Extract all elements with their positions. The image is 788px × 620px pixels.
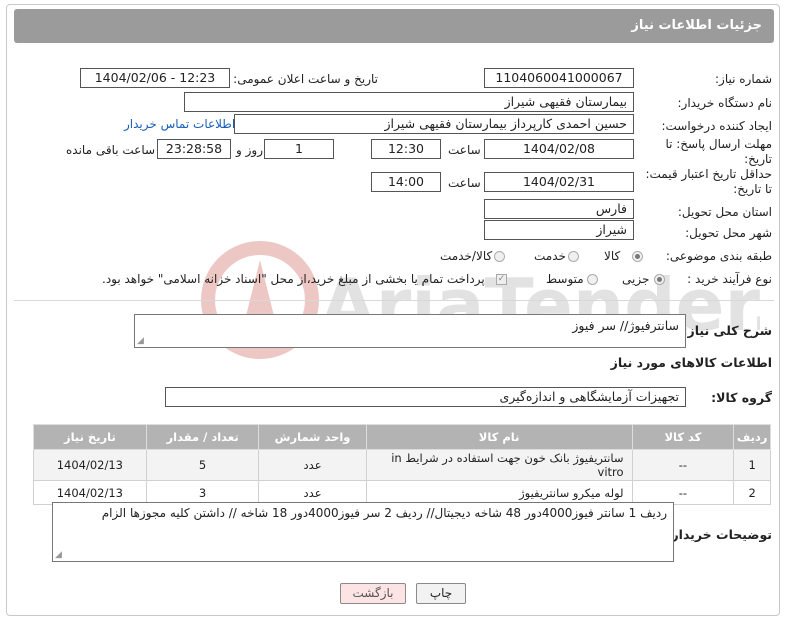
buyer-notes-text: ردیف 1 سانتر فیوز4000دور 48 شاخه دیجیتال… (101, 506, 667, 520)
creator-field: حسین احمدی کارپرداز بیمارستان فقیهی شیرا… (234, 114, 634, 134)
validity-label-date: تا تاریخ: (733, 182, 772, 196)
resize-grip-icon[interactable]: ◢ (55, 551, 62, 560)
cell-qty: 5 (145, 449, 260, 481)
deadline-label-date: تاریخ: (744, 152, 772, 166)
city-field: شیراز (484, 220, 634, 240)
cell-row: 2 (733, 480, 771, 505)
page-title: جزئیات اطلاعات نیاز (14, 9, 774, 43)
announce-label: تاریخ و ساعت اعلان عمومی: (233, 72, 378, 86)
description-field: سانترفیوژ// سر فیوز ◢ (134, 314, 686, 348)
description-text: سانترفیوژ// سر فیوز (572, 318, 679, 333)
col-unit: واحد شمارش (258, 424, 367, 450)
deadline-date-field: 1404/02/08 (484, 139, 634, 159)
process-radio-medium[interactable] (587, 274, 598, 285)
buyer-org-label: نام دستگاه خریدار: (677, 96, 773, 110)
goods-group-field: تجهیزات آزمایشگاهی و اندازه‌گیری (165, 387, 686, 407)
cell-date: 1404/02/13 (33, 449, 147, 481)
back-button[interactable]: بازگشت (340, 583, 406, 604)
need-number-label: شماره نیاز: (715, 72, 772, 86)
category-option-goods-service: کالا/خدمت (440, 249, 493, 263)
time-remaining-field: 23:28:58 (157, 139, 231, 159)
goods-section-title: اطلاعات کالاهای مورد نیاز (610, 355, 772, 370)
need-number-field: 1104060041000067 (484, 68, 634, 88)
cell-code: -- (631, 480, 735, 505)
table-row: 2 -- لوله میکرو سانتریفیوژ عدد 3 1404/02… (33, 480, 771, 505)
goods-table: ردیف کد کالا نام کالا واحد شمارش تعداد /… (33, 424, 771, 505)
cell-qty: 3 (145, 480, 260, 505)
goods-table-header: ردیف کد کالا نام کالا واحد شمارش تعداد /… (33, 424, 771, 450)
table-row: 1 -- سانتریفیوژ بانک خون جهت استفاده در … (33, 449, 771, 481)
treasury-payment-checkbox[interactable]: ✓ (496, 274, 507, 285)
process-radio-minor[interactable] (654, 274, 665, 285)
process-label: نوع فرآیند خرید : (687, 272, 772, 286)
resize-grip-icon[interactable]: ◢ (137, 337, 144, 346)
province-label: استان محل تحویل: (677, 205, 772, 219)
cell-name: سانتریفیوژ بانک خون جهت استفاده در شرایط… (365, 449, 633, 481)
category-radio-service[interactable] (568, 251, 579, 262)
creator-label: ایجاد کننده درخواست: (661, 119, 772, 133)
category-option-goods: کالا (604, 249, 621, 263)
cell-unit: عدد (258, 480, 367, 505)
validity-label: حداقل تاریخ اعتبار قیمت: (645, 167, 772, 181)
province-field: فارس (484, 199, 634, 219)
buyer-org-field: بیمارستان فقیهی شیراز (184, 92, 634, 112)
cell-row: 1 (733, 449, 771, 481)
cell-unit: عدد (258, 449, 367, 481)
cell-date: 1404/02/13 (33, 480, 147, 505)
col-code: کد کالا (631, 424, 735, 450)
buyer-notes-label: توضیحات خریدار: (666, 527, 772, 542)
category-label: طبقه بندی موضوعی: (665, 249, 772, 263)
col-name: نام کالا (365, 424, 633, 450)
days-remaining-field: 1 (264, 139, 334, 159)
deadline-time-field: 12:30 (371, 139, 441, 159)
deadline-label: مهلت ارسال پاسخ: تا (665, 137, 772, 151)
col-qty: تعداد / مقدار (145, 424, 260, 450)
process-option-minor: جزیی (622, 272, 650, 286)
deadline-time-label: ساعت (448, 143, 481, 157)
print-button[interactable]: چاپ (416, 583, 466, 604)
treasury-payment-note: پرداخت تمام یا بخشی از مبلغ خرید،از محل … (102, 272, 485, 286)
category-option-service: خدمت (534, 249, 566, 263)
time-remaining-label: ساعت باقی مانده (66, 143, 156, 157)
category-radio-goods-service[interactable] (494, 251, 505, 262)
announce-field: 1404/02/06 - 12:23 (80, 68, 230, 88)
validity-date-field: 1404/02/31 (484, 172, 634, 192)
cell-name: لوله میکرو سانتریفیوژ (365, 480, 633, 505)
validity-time-field: 14:00 (371, 172, 441, 192)
validity-time-label: ساعت (448, 176, 481, 190)
buyer-contact-link[interactable]: اطلاعات تماس خریدار (124, 117, 235, 131)
goods-group-label: گروه کالا: (711, 390, 772, 405)
city-label: شهر محل تحویل: (685, 226, 772, 240)
col-row: ردیف (733, 424, 771, 450)
days-label: روز و (236, 143, 263, 157)
cell-code: -- (631, 449, 735, 481)
divider (14, 300, 774, 301)
description-label: شرح کلی نیاز: (682, 323, 772, 338)
col-date: تاریخ نیاز (33, 424, 147, 450)
category-radio-goods[interactable] (632, 251, 643, 262)
buyer-notes-field: ردیف 1 سانتر فیوز4000دور 48 شاخه دیجیتال… (52, 502, 674, 562)
process-option-medium: متوسط (546, 272, 584, 286)
